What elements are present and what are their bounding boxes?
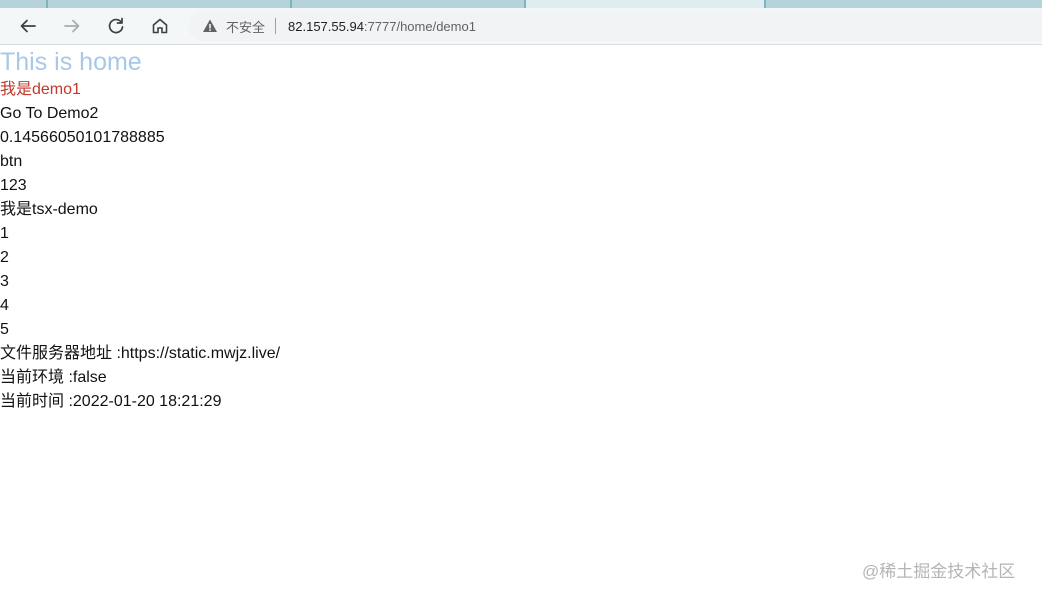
watermark: @稀土掘金技术社区 (862, 562, 1016, 581)
reload-icon (108, 17, 124, 34)
browser-tab[interactable] (0, 0, 46, 8)
security-label[interactable]: 不安全 (226, 17, 265, 36)
browser-tab[interactable] (766, 0, 1042, 8)
current-time: 当前时间 :2022-01-20 18:21:29 (0, 393, 222, 410)
divider (275, 18, 277, 34)
url-path: :7777/home/demo1 (363, 18, 476, 34)
forward-button[interactable] (57, 11, 87, 41)
reload-button[interactable] (101, 11, 131, 41)
browser-tab[interactable] (292, 0, 524, 8)
page-title: This is home (0, 48, 142, 76)
url-host: 82.157.55.94 (288, 18, 364, 34)
browser-tab-active[interactable] (526, 0, 764, 8)
btn-button[interactable]: btn (0, 150, 1042, 174)
browser-tab[interactable] (48, 0, 290, 8)
tab-strip (0, 0, 1042, 8)
url-text[interactable]: 82.157.55.94:7777/home/demo1 (288, 19, 476, 34)
list-item: 3 (0, 273, 9, 290)
arrow-right-icon (64, 19, 80, 33)
arrow-left-icon (20, 19, 36, 33)
demo1-text: 我是demo1 (0, 81, 81, 98)
back-button[interactable] (13, 11, 43, 41)
list-item: 2 (0, 249, 9, 266)
list-item: 4 (0, 297, 9, 314)
page-content: This is home 我是demo1 Go To Demo2 0.14566… (0, 46, 1042, 414)
random-number: 0.14566050101788885 (0, 129, 165, 146)
address-bar[interactable]: 不安全 82.157.55.94:7777/home/demo1 (188, 11, 1042, 41)
browser-toolbar: 不安全 82.157.55.94:7777/home/demo1 (0, 8, 1042, 45)
home-button[interactable] (145, 11, 175, 41)
list-item: 5 (0, 321, 9, 338)
home-icon (152, 18, 168, 34)
tsx-demo-text: 我是tsx-demo (0, 201, 98, 218)
go-to-demo2-link[interactable]: Go To Demo2 (0, 102, 1042, 126)
file-server-address: 文件服务器地址 :https://static.mwjz.live/ (0, 345, 281, 362)
warning-triangle-icon[interactable] (202, 18, 218, 34)
value-text: 123 (0, 177, 27, 194)
list-item: 1 (0, 225, 9, 242)
current-environment: 当前环境 :false (0, 369, 107, 386)
